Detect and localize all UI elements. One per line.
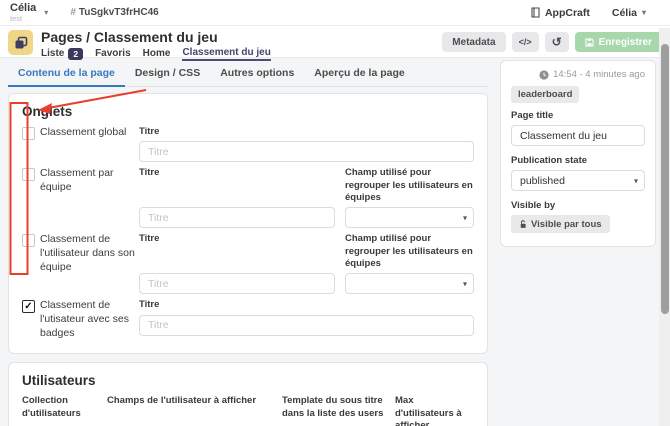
onglet-row-classement-badges: ✓ Classement de l'utisateur avec ses bad… xyxy=(22,299,474,340)
template-label: Template du sous titre dans la liste des… xyxy=(282,395,384,419)
history-icon: ↺ xyxy=(551,35,562,49)
champ-regrouper-select-utilisateur[interactable]: ▾ xyxy=(345,273,474,295)
header-actions: Metadata </> ↺ Enregistrer xyxy=(442,32,662,52)
champ-regrouper-label: Champ utilisé pour regrouper les utilisa… xyxy=(345,233,473,270)
code-button[interactable]: </> xyxy=(511,32,539,52)
page-title-input[interactable] xyxy=(511,125,645,146)
chevron-down-icon: ▾ xyxy=(44,8,49,17)
onglet-label: Classement de l'utisateur avec ses badge… xyxy=(40,299,129,339)
onglet-row-classement-utilisateur-equipe: Classement de l'utilisateur dans son équ… xyxy=(22,233,474,295)
bookmark-icon xyxy=(531,7,540,18)
scrollbar-thumb[interactable] xyxy=(661,44,669,314)
champ-regrouper-label: Champ utilisé pour regrouper les utilisa… xyxy=(345,167,473,204)
publication-state-label: Publication state xyxy=(511,155,588,166)
section-heading-onglets: Onglets xyxy=(22,104,73,119)
metadata-button[interactable]: Metadata xyxy=(442,32,506,52)
titre-input-classement-utilisateur-equipe[interactable] xyxy=(139,273,335,295)
clock-icon xyxy=(539,69,549,80)
topbar: Célia test ▾ # TuSgkvT3frHC46 AppCraft C… xyxy=(0,0,670,26)
champ-regrouper-select-equipe[interactable]: ▾ xyxy=(345,207,474,229)
workspace-subtitle: test xyxy=(10,13,23,23)
user-name: Célia xyxy=(611,6,637,19)
collection-label: Collection d'utilisateurs xyxy=(22,395,81,419)
user-menu[interactable]: Célia ▾ xyxy=(612,7,646,19)
last-saved-timestamp: 14:54 - 4 minutes ago xyxy=(511,69,645,80)
chevron-down-icon: ▾ xyxy=(641,8,646,17)
champs-afficher-label: Champs de l'utilisateur à afficher xyxy=(107,395,257,407)
visible-by-label: Visible by xyxy=(511,200,556,211)
tab-apercu-de-la-page[interactable]: Aperçu de la page xyxy=(304,60,414,87)
tab-contenu-de-la-page[interactable]: Contenu de la page xyxy=(8,60,125,87)
history-button[interactable]: ↺ xyxy=(544,32,569,52)
channel-id[interactable]: # TuSgkvT3frHC46 xyxy=(70,7,158,18)
tabbar: Contenu de la page Design / CSS Autres o… xyxy=(8,60,488,87)
hash-icon: # xyxy=(70,7,76,18)
chevron-down-icon: ▾ xyxy=(462,279,467,289)
visible-par-tous-button[interactable]: Visible par tous xyxy=(511,215,610,233)
code-icon: </> xyxy=(518,37,532,47)
titre-label: Titre xyxy=(139,299,160,311)
max-utilisateurs-label: Max d'utilisateurs à afficher xyxy=(395,395,462,426)
section-heading-utilisateurs: Utilisateurs xyxy=(22,373,96,389)
page-settings-panel: 14:54 - 4 minutes ago leaderboard Page t… xyxy=(500,60,656,247)
unlock-icon xyxy=(519,219,527,229)
titre-input-classement-badges[interactable] xyxy=(139,314,474,336)
checkbox-classement-par-equipe[interactable] xyxy=(22,168,35,182)
tab-design-css[interactable]: Design / CSS xyxy=(125,60,210,87)
titre-input-classement-par-equipe[interactable] xyxy=(139,207,335,229)
publication-state-select[interactable]: published ▾ xyxy=(511,170,645,191)
page-title-label: Page title xyxy=(511,110,554,121)
tab-autres-options[interactable]: Autres options xyxy=(210,60,304,87)
utilisateurs-section: Utilisateurs Collection d'utilisateurs p… xyxy=(8,362,488,426)
page-header: Pages / Classement du jeu Liste 2 Favori… xyxy=(0,26,670,62)
check-icon: ✓ xyxy=(24,301,33,313)
pages-icon xyxy=(8,30,33,55)
chevron-down-icon: ▾ xyxy=(633,176,638,185)
app-name: AppCraft xyxy=(544,6,590,19)
chevron-down-icon: ▾ xyxy=(462,213,467,223)
titre-label: Titre xyxy=(139,167,160,179)
appcraft-link[interactable]: AppCraft xyxy=(531,7,590,19)
page-type-badge: leaderboard xyxy=(511,86,580,103)
onglet-row-classement-par-equipe: Classement par équipe Titre Champ utilis… xyxy=(22,167,474,229)
titre-input-classement-global[interactable] xyxy=(139,141,474,163)
save-icon xyxy=(585,37,594,47)
onglet-label: Classement par équipe xyxy=(40,167,114,193)
onglet-row-classement-global: Classement global Titre xyxy=(22,126,474,163)
checkbox-classement-global[interactable] xyxy=(22,127,35,140)
save-button[interactable]: Enregistrer xyxy=(574,32,662,52)
workspace-switcher[interactable]: Célia test ▾ xyxy=(10,1,49,23)
checkbox-classement-utilisateur-equipe[interactable] xyxy=(22,234,35,248)
content-area: Contenu de la page Design / CSS Autres o… xyxy=(0,58,670,426)
onglets-section: Onglets Classement global Titre Classeme… xyxy=(8,93,488,355)
titre-label: Titre xyxy=(139,233,160,245)
onglet-label: Classement global xyxy=(40,126,127,138)
page-title: Pages / Classement du jeu xyxy=(41,29,218,45)
checkbox-classement-badges[interactable]: ✓ xyxy=(22,300,35,314)
channel-id-text: TuSgkvT3frHC46 xyxy=(78,7,159,18)
onglet-label: Classement de l'utilisateur dans son équ… xyxy=(40,233,135,273)
workspace-name: Célia xyxy=(10,1,37,14)
titre-label: Titre xyxy=(139,126,160,137)
